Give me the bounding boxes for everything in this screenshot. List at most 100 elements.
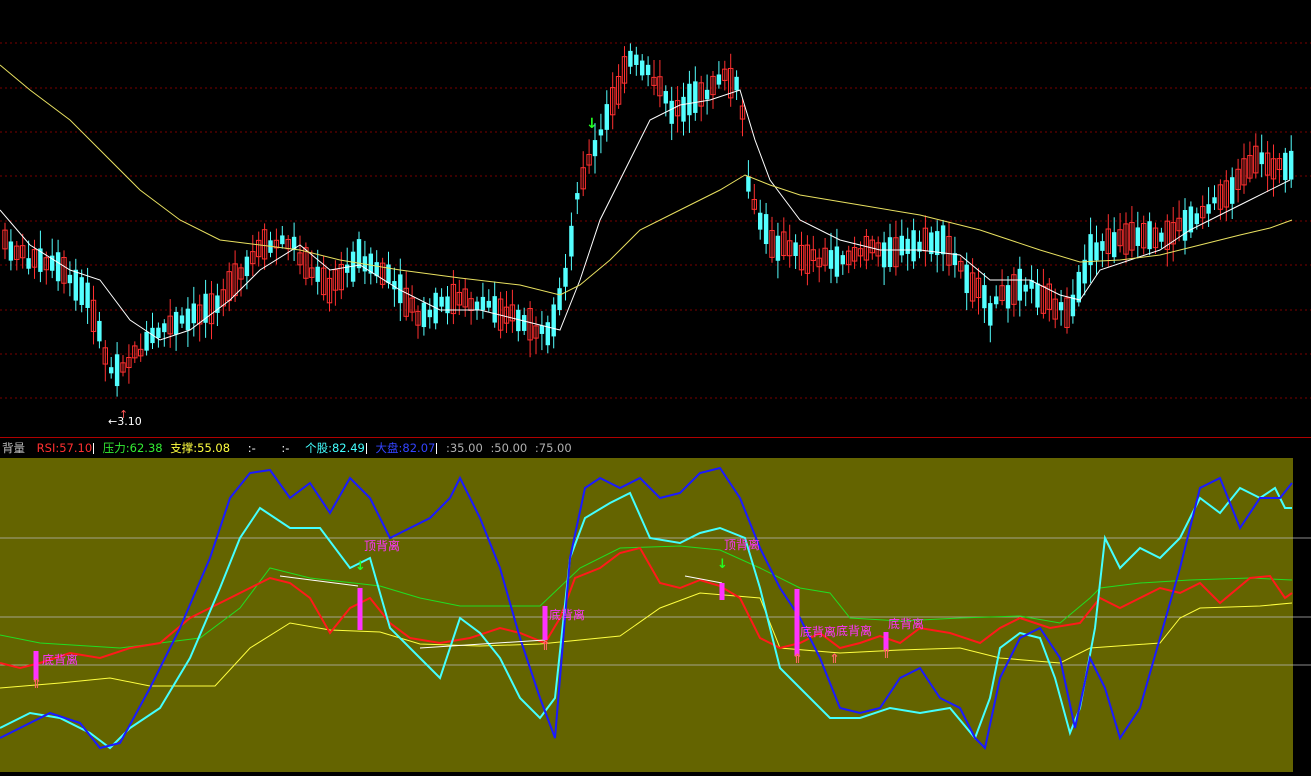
- divergence-bar: [357, 588, 363, 630]
- candle-down: [1017, 268, 1022, 301]
- candle-down: [1259, 152, 1264, 165]
- candle-down: [834, 246, 840, 277]
- buy-arrow-icon: ↑: [119, 408, 128, 421]
- candle-down: [522, 315, 527, 331]
- up-arrow-icon: ⇑: [792, 652, 803, 667]
- bottom-divergence-label: 底背离: [836, 623, 872, 638]
- candle-down: [994, 296, 999, 305]
- price-chart-panel[interactable]: ↓ ←3.10 ↑: [0, 0, 1311, 438]
- indicator-chart[interactable]: 底背离⇑顶背离↓底背离⇑顶背离↓底背离⇑底背离⇑底背离⇑: [0, 458, 1311, 772]
- candle-down: [1100, 241, 1105, 251]
- candle-down: [899, 235, 904, 256]
- candle-down: [935, 231, 940, 256]
- candle-down: [763, 214, 769, 245]
- candle-down: [669, 100, 674, 124]
- indicator-legend-bar: 背量 RSI:57.10 压力:62.38 支撑:55.08 :- :- 个股:…: [0, 438, 1311, 458]
- candle-down: [598, 129, 604, 136]
- candle-down: [687, 83, 692, 116]
- candle-down: [1289, 150, 1294, 180]
- candle-down: [1159, 232, 1164, 242]
- indicator-name: 背量: [2, 441, 25, 455]
- candle-down: [1023, 284, 1028, 292]
- bottom-divergence-label: 底背离: [888, 616, 924, 631]
- market-value: 大盘:82.07: [375, 441, 436, 455]
- candle-down: [486, 300, 491, 308]
- candle-down: [1088, 234, 1093, 266]
- candle-down: [557, 288, 562, 311]
- candle-down: [114, 354, 120, 387]
- divergence-bar: [542, 606, 548, 640]
- candle-down: [73, 269, 78, 301]
- candle-down: [8, 241, 14, 261]
- candle-down: [640, 60, 645, 76]
- stock-value: 个股:82.49: [305, 441, 365, 455]
- candle-down: [592, 140, 598, 157]
- candle-down: [940, 225, 946, 255]
- candle-down: [551, 304, 556, 337]
- candle-down: [575, 193, 580, 200]
- candle-down: [1035, 283, 1040, 308]
- candle-down: [191, 303, 196, 324]
- candle-down: [173, 311, 179, 335]
- candle-down: [179, 315, 185, 324]
- candle-down: [604, 104, 609, 130]
- candle-down: [704, 89, 710, 100]
- rsi-value: RSI:57.10: [36, 441, 93, 455]
- candle-down: [634, 54, 639, 65]
- candle-down: [474, 301, 480, 311]
- candle-down: [109, 367, 114, 374]
- sell-arrow-icon: ↓: [586, 116, 598, 132]
- candle-down: [85, 282, 90, 308]
- legend-separator: [93, 443, 95, 454]
- candle-down: [840, 255, 845, 265]
- candle-down: [693, 81, 698, 113]
- candle-down: [964, 264, 969, 294]
- candle-down: [427, 309, 432, 318]
- bottom-divergence-label: 底背离: [549, 607, 585, 622]
- candle-down: [663, 91, 668, 104]
- candle-down: [628, 50, 633, 67]
- divergence-indicator-panel[interactable]: 底背离 ⇑ 顶背离 ↓ 底背离 ⇑ 顶背离 ↓ 底背离 ⇑ 底背离 ⇑ 底背离 ⇑: [0, 458, 1311, 772]
- candle-down: [1194, 213, 1199, 225]
- candle-down: [244, 256, 250, 277]
- level-35: :35.00: [445, 441, 483, 455]
- candle-down: [1058, 302, 1064, 311]
- candle-down: [716, 74, 722, 85]
- candle-down: [911, 230, 916, 262]
- candle-down: [1076, 271, 1081, 303]
- candle-down: [905, 238, 910, 254]
- candle-down: [1283, 152, 1288, 181]
- candle-down: [645, 64, 651, 76]
- candle-down: [881, 242, 887, 268]
- candle-down: [144, 331, 149, 351]
- legend-separator: [436, 443, 438, 454]
- candle-down: [887, 237, 893, 268]
- candle-down: [1094, 242, 1099, 261]
- candle-down: [1212, 197, 1217, 204]
- candle-down: [988, 303, 993, 326]
- candle-down: [1082, 259, 1087, 284]
- candlestick-chart[interactable]: ↓←3.10↑: [0, 0, 1311, 438]
- up-arrow-icon: ⇑: [881, 647, 892, 662]
- candle-down: [828, 250, 834, 269]
- candle-down: [1005, 285, 1011, 309]
- up-arrow-icon: ⇑: [829, 652, 840, 667]
- candle-down: [156, 327, 161, 338]
- level-75: :75.00: [534, 441, 572, 455]
- candle-down: [563, 267, 568, 287]
- candle-down: [545, 322, 550, 346]
- bottom-divergence-label: 底背离: [42, 652, 78, 667]
- top-divergence-label: 顶背离: [364, 538, 400, 553]
- candle-down: [315, 266, 320, 282]
- candle-down: [982, 285, 987, 309]
- candle-down: [480, 296, 486, 311]
- divergence-bar: [33, 651, 39, 680]
- support-value: 支撑:55.08: [170, 441, 231, 455]
- down-arrow-icon: ↓: [717, 557, 728, 572]
- pressure-value: 压力:62.38: [102, 441, 163, 455]
- blank-value-1: :-: [247, 441, 256, 455]
- down-arrow-icon: ↓: [355, 559, 366, 574]
- candle-down: [1135, 227, 1140, 246]
- blank-value-2: :-: [281, 441, 290, 455]
- candle-down: [79, 277, 84, 305]
